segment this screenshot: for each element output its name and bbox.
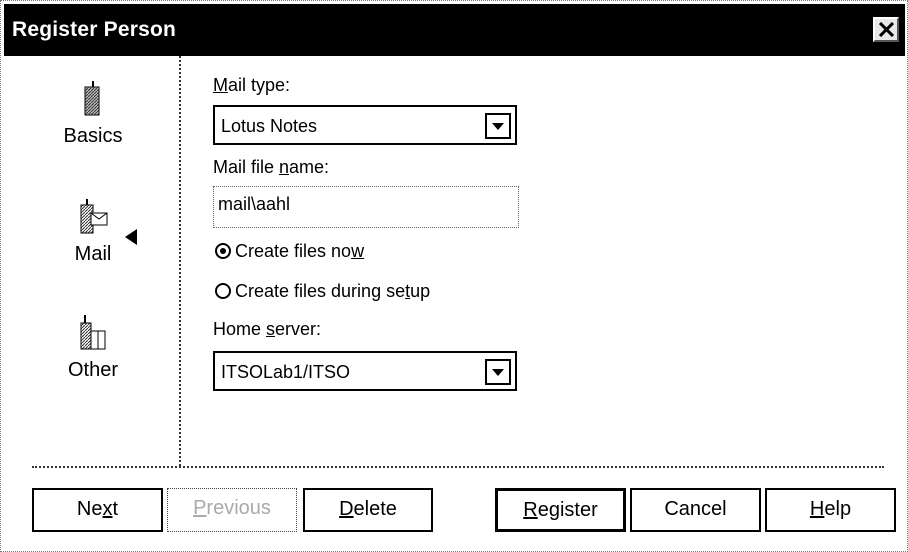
sidebar-item-label: Other (67, 359, 119, 381)
home-server-label: Home server: (213, 319, 322, 339)
radio-checked-icon (215, 243, 231, 259)
other-icon (80, 315, 106, 350)
mail-file-name-label: Mail file name: (213, 157, 330, 177)
register-person-dialog: Register Person Basics Mail Other Mail t… (0, 0, 908, 552)
button-separator (32, 466, 884, 468)
sidebar-item-label: Basics (63, 125, 123, 147)
create-files-during-setup-radio[interactable]: Create files during setup (215, 281, 430, 302)
close-button[interactable] (873, 17, 899, 42)
register-button[interactable]: Register (495, 488, 626, 532)
delete-button[interactable]: Delete (303, 488, 433, 532)
sidebar-item-other[interactable]: Other (33, 313, 153, 382)
mail-type-select[interactable]: Lotus Notes (213, 105, 517, 145)
sidebar-item-basics[interactable]: Basics (33, 79, 153, 148)
next-button[interactable]: Next (32, 488, 163, 532)
mail-type-label: Mail type: (213, 75, 291, 95)
help-button[interactable]: Help (765, 488, 896, 532)
previous-button[interactable]: Previous (167, 488, 297, 532)
cancel-button[interactable]: Cancel (630, 488, 761, 532)
basics-icon (84, 81, 100, 116)
radio-unchecked-icon (215, 283, 231, 299)
sidebar-item-label: Mail (74, 243, 112, 265)
mail-file-name-input[interactable]: mail\aahl (213, 186, 519, 228)
selected-arrow-icon (125, 229, 137, 245)
chevron-down-icon[interactable] (485, 359, 511, 385)
mail-icon (80, 199, 108, 234)
home-server-value: ITSOLab1/ITSO (221, 362, 351, 382)
create-files-now-radio[interactable]: Create files now (215, 241, 364, 262)
mail-type-value: Lotus Notes (221, 116, 318, 136)
home-server-select[interactable]: ITSOLab1/ITSO (213, 351, 517, 391)
sidebar-divider (179, 56, 181, 466)
chevron-down-icon[interactable] (485, 113, 511, 139)
title-bar[interactable]: Register Person (4, 4, 905, 56)
mail-file-name-value: mail\aahl (218, 194, 291, 214)
window-title: Register Person (12, 18, 177, 41)
close-icon (879, 22, 894, 37)
